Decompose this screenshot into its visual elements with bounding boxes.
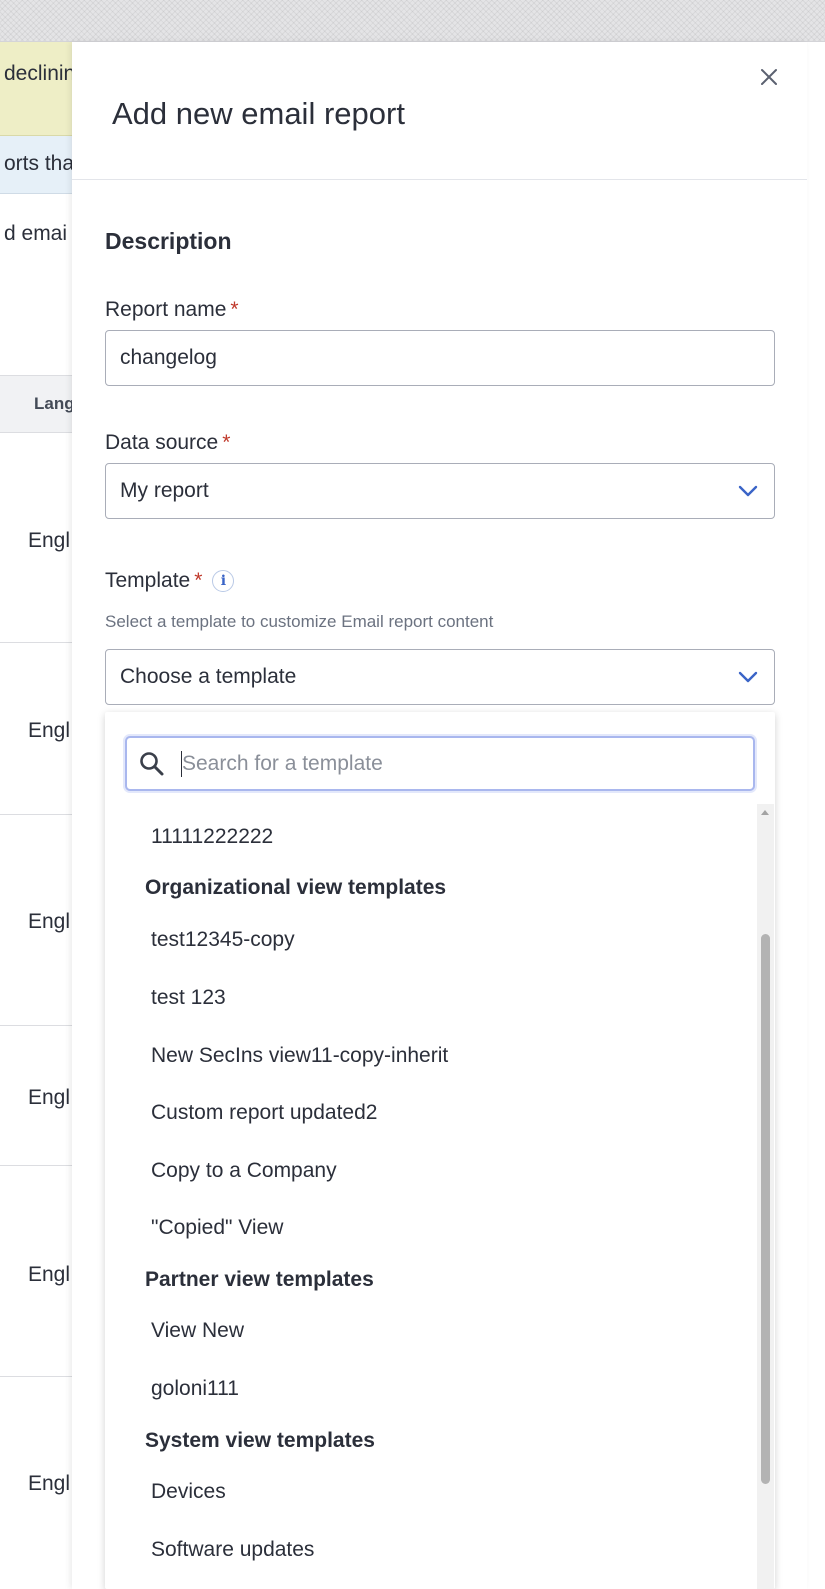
background-table-row: Engl (0, 815, 72, 1026)
data-source-value: My report (120, 479, 209, 502)
template-help-text: Select a template to customize Email rep… (105, 612, 494, 631)
group-header-organizational: Organizational view templates (145, 876, 447, 899)
data-source-label: Data source * (105, 431, 230, 455)
required-marker: * (230, 298, 239, 321)
template-label-text: Template (105, 569, 191, 592)
dropdown-scrollbar[interactable] (757, 804, 774, 1589)
background-info-text: orts tha (4, 152, 72, 175)
template-select[interactable]: Choose a template (105, 649, 775, 705)
group-header-partner: Partner view templates (145, 1268, 374, 1291)
report-name-value: changelog (120, 346, 217, 369)
template-option[interactable]: "Copied" View (151, 1216, 283, 1240)
template-option[interactable]: View New (151, 1319, 244, 1343)
drawer-title: Add new email report (112, 96, 405, 131)
template-option[interactable]: goloni111 (151, 1377, 239, 1401)
template-option[interactable]: test12345-copy (151, 928, 295, 952)
close-icon (761, 69, 777, 85)
background-row-language: Engl (28, 719, 71, 742)
background-table-row: Engl (0, 433, 72, 643)
search-icon (139, 751, 165, 777)
template-option[interactable]: 11111222222 (151, 825, 273, 849)
report-name-input[interactable]: changelog (105, 330, 775, 386)
required-marker: * (194, 569, 203, 592)
background-row-language: Engl (28, 1086, 71, 1109)
drawer-header: Add new email report (72, 42, 807, 180)
info-icon[interactable]: i (212, 570, 235, 592)
template-option[interactable]: Devices (151, 1480, 226, 1504)
background-info-banner: orts tha (0, 136, 72, 194)
background-row-language: Engl (28, 1472, 71, 1495)
template-search-box[interactable] (125, 736, 755, 791)
background-alert-text: declinin (4, 62, 72, 85)
template-option[interactable]: Custom report updated2 (151, 1101, 377, 1125)
data-source-label-text: Data source (105, 431, 219, 454)
data-source-select[interactable]: My report (105, 463, 775, 519)
background-table-row: Engl (0, 1026, 72, 1166)
background-row-language: Engl (28, 1263, 71, 1286)
template-option[interactable]: New SecIns view11-copy-inherit (151, 1044, 448, 1068)
background-table-row: Engl (0, 1377, 72, 1589)
background-row-language: Engl (28, 910, 71, 933)
report-name-label: Report name * (105, 298, 239, 322)
background-table-header: Lang (0, 375, 72, 433)
background-alert-banner: declinin (0, 42, 72, 136)
template-search-input[interactable] (182, 738, 753, 789)
scroll-up-arrow-icon[interactable] (761, 810, 769, 815)
chevron-down-icon (738, 485, 758, 497)
required-marker: * (222, 431, 231, 454)
group-header-system: System view templates (145, 1429, 375, 1452)
template-options-list[interactable]: 11111222222 Organizational view template… (105, 804, 757, 1589)
template-label: Template * i (105, 569, 235, 593)
background-body-text-content: d emai (4, 222, 68, 245)
background-column-language: Lang (34, 394, 72, 413)
background-top-bar (0, 0, 825, 42)
template-option[interactable]: test 123 (151, 986, 226, 1010)
close-button[interactable] (754, 62, 784, 92)
background-body-text: d emai (0, 222, 72, 246)
add-email-report-drawer: Add new email report Description Report … (72, 42, 807, 1589)
background-table-row: Engl (0, 643, 72, 815)
template-dropdown-panel: 11111222222 Organizational view template… (105, 712, 775, 1589)
report-name-label-text: Report name (105, 298, 227, 321)
chevron-down-icon (738, 671, 758, 683)
template-option[interactable]: Software updates (151, 1538, 314, 1562)
section-title-description: Description (105, 228, 232, 254)
scrollbar-thumb[interactable] (761, 934, 770, 1484)
template-select-value: Choose a template (120, 665, 297, 688)
background-row-language: Engl (28, 529, 71, 552)
template-option[interactable]: Copy to a Company (151, 1159, 337, 1183)
background-table-row: Engl (0, 1166, 72, 1377)
